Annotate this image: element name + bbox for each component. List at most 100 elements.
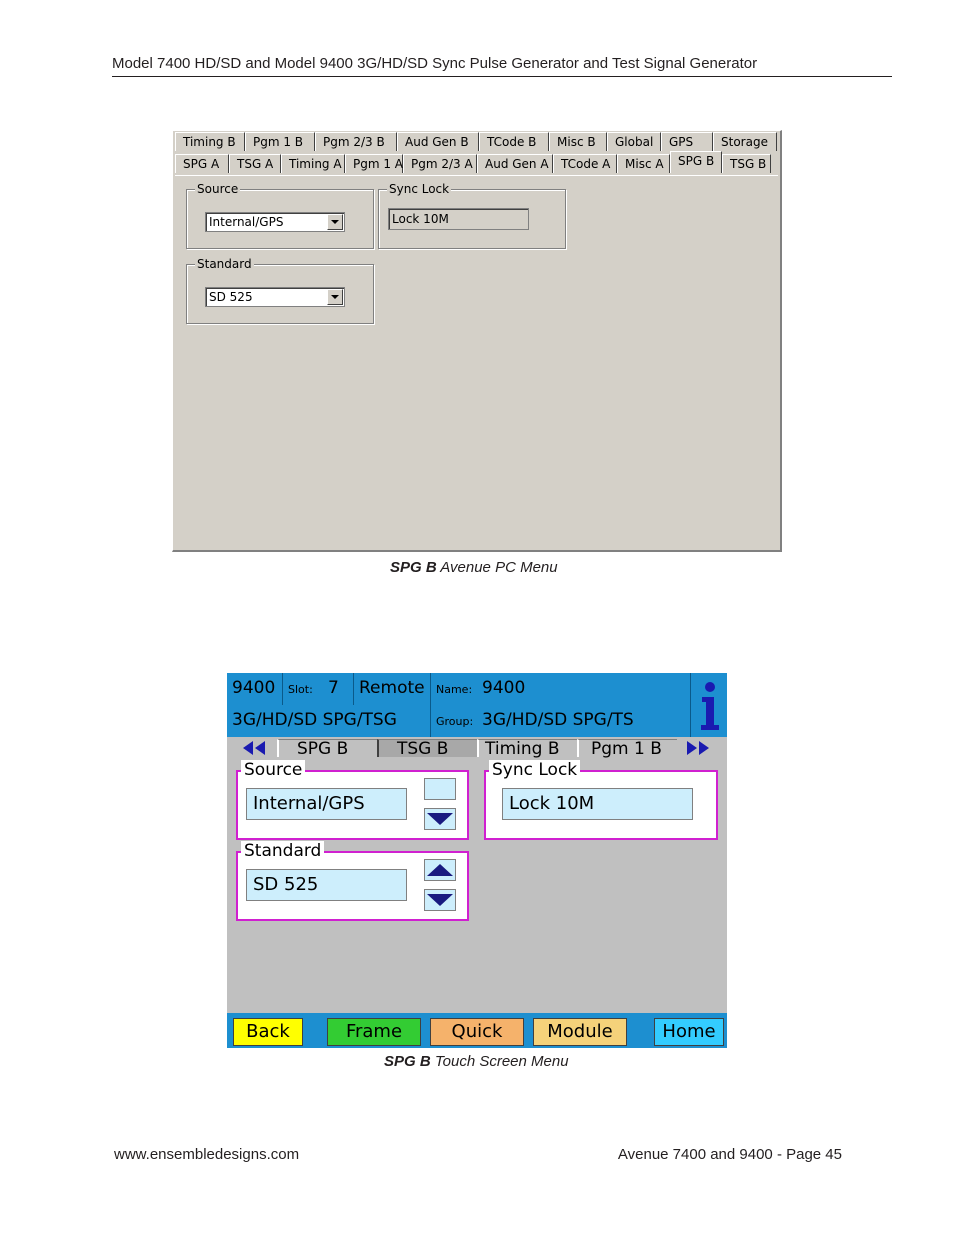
type-value: 3G/HD/SD SPG/TSG xyxy=(232,710,397,730)
type-cell: 3G/HD/SD SPG/TSG xyxy=(227,705,431,737)
footer-url[interactable]: www.ensembledesigns.com xyxy=(114,1146,299,1163)
page-header: Model 7400 HD/SD and Model 9400 3G/HD/SD… xyxy=(112,55,758,72)
tab-misc-a[interactable]: Misc A xyxy=(617,154,670,173)
tab-tcode-a[interactable]: TCode A xyxy=(553,154,617,173)
tab-label: Timing B xyxy=(485,739,560,759)
tab-spg-b[interactable]: SPG B xyxy=(277,739,377,759)
source-group: Source Internal/GPS xyxy=(236,760,469,840)
source-up-button[interactable] xyxy=(424,778,456,800)
tab-label: Pgm 1 B xyxy=(591,739,662,759)
tab-strip: SPG B TSG B Timing B Pgm 1 B xyxy=(227,737,727,759)
tab-tsg-b[interactable]: TSG B xyxy=(722,154,771,173)
sync-lock-label: Sync Lock xyxy=(387,182,452,196)
sync-lock-group: Sync Lock Lock 10M xyxy=(378,182,566,249)
tab-tsg-b[interactable]: TSG B xyxy=(377,739,477,759)
sync-lock-field: Lock 10M xyxy=(502,788,693,820)
chevron-down-icon[interactable] xyxy=(327,214,343,230)
chevron-down-icon[interactable] xyxy=(327,289,343,305)
caption-text: Avenue PC Menu xyxy=(436,559,558,576)
source-value: Internal/GPS xyxy=(209,215,284,229)
slot-label: Slot: xyxy=(288,683,313,696)
standard-value: SD 525 xyxy=(253,874,319,895)
footer-page-number: Avenue 7400 and 9400 - Page 45 xyxy=(617,1146,842,1163)
tab-row-2: SPG A TSG A Timing A Pgm 1 A Pgm 2/3 A A… xyxy=(175,151,771,174)
tab-label: TSG B xyxy=(397,739,449,759)
bottom-button-bar: Back Frame Quick Module Home xyxy=(227,1013,727,1048)
tab-tsg-a[interactable]: TSG A xyxy=(229,154,281,173)
standard-group: Standard SD 525 xyxy=(186,257,374,324)
model-value: 9400 xyxy=(232,678,276,698)
standard-value: SD 525 xyxy=(209,290,253,304)
tab-storage[interactable]: Storage xyxy=(713,132,777,151)
standard-label: Standard xyxy=(195,257,254,271)
tab-tcode-b[interactable]: TCode B xyxy=(479,132,549,151)
standard-down-button[interactable] xyxy=(424,889,456,911)
name-cell: Name: 9400 xyxy=(431,673,691,705)
pc-menu-caption: SPG B Avenue PC Menu xyxy=(390,559,558,576)
pc-menu-body: Source Internal/GPS Sync Lock Lock 10M S… xyxy=(175,175,778,548)
header-rule xyxy=(112,76,892,77)
tab-timing-b[interactable]: Timing B xyxy=(175,132,245,151)
mode-cell: Remote xyxy=(354,673,431,705)
standard-field[interactable]: SD 525 xyxy=(246,869,407,901)
slot-cell: Slot: 7 xyxy=(283,673,354,705)
caption-text: Touch Screen Menu xyxy=(430,1053,569,1070)
tab-pgm1-b[interactable]: Pgm 1 B xyxy=(577,739,677,759)
standard-label: Standard xyxy=(241,841,325,861)
scroll-right-icon[interactable] xyxy=(677,739,727,757)
caption-bold: SPG B xyxy=(384,1053,431,1070)
touch-screen-menu: 9400 Slot: 7 Remote Name: 9400 3G/HD/SD … xyxy=(227,673,727,1048)
touch-menu-caption: SPG B Touch Screen Menu xyxy=(384,1053,569,1070)
tab-label: SPG B xyxy=(297,739,349,759)
tab-row-1: Timing B Pgm 1 B Pgm 2/3 B Aud Gen B TCo… xyxy=(175,132,777,152)
tab-timing-a[interactable]: Timing A xyxy=(281,154,345,173)
arrow-down-icon xyxy=(427,894,453,906)
tab-pgm1-b[interactable]: Pgm 1 B xyxy=(245,132,315,151)
group-cell: Group: 3G/HD/SD SPG/TS xyxy=(431,705,691,737)
name-value: 9400 xyxy=(482,678,526,698)
tab-pgm23-b[interactable]: Pgm 2/3 B xyxy=(315,132,397,151)
scroll-left-icon[interactable] xyxy=(227,739,277,757)
slot-value: 7 xyxy=(328,678,339,698)
tab-misc-b[interactable]: Misc B xyxy=(549,132,607,151)
sync-lock-field: Lock 10M xyxy=(388,208,529,230)
caption-bold: SPG B xyxy=(390,559,437,576)
frame-button[interactable]: Frame xyxy=(327,1018,421,1046)
info-icon[interactable] xyxy=(699,679,721,731)
mode-value: Remote xyxy=(359,678,425,698)
quick-button[interactable]: Quick xyxy=(430,1018,524,1046)
tab-gps[interactable]: GPS xyxy=(661,132,713,151)
model-cell: 9400 xyxy=(227,673,283,705)
source-group: Source Internal/GPS xyxy=(186,182,374,249)
group-label: Group: xyxy=(436,715,474,728)
standard-up-button[interactable] xyxy=(424,859,456,881)
tab-spg-a[interactable]: SPG A xyxy=(175,154,229,173)
standard-dropdown[interactable]: SD 525 xyxy=(205,287,345,307)
name-label: Name: xyxy=(436,683,473,696)
pc-menu-window: Timing B Pgm 1 B Pgm 2/3 B Aud Gen B TCo… xyxy=(172,130,782,552)
back-button[interactable]: Back xyxy=(233,1018,303,1046)
standard-group: Standard SD 525 xyxy=(236,841,469,921)
group-value: 3G/HD/SD SPG/TS xyxy=(482,710,634,730)
sync-lock-group: Sync Lock Lock 10M xyxy=(484,760,718,840)
source-label: Source xyxy=(195,182,241,196)
tab-audgen-b[interactable]: Aud Gen B xyxy=(397,132,479,151)
source-down-button[interactable] xyxy=(424,808,456,830)
tab-pgm1-a[interactable]: Pgm 1 A xyxy=(345,154,403,173)
sync-lock-value: Lock 10M xyxy=(509,793,595,814)
sync-lock-label: Sync Lock xyxy=(489,760,581,780)
arrow-up-icon xyxy=(427,864,453,876)
tab-timing-b[interactable]: Timing B xyxy=(477,739,577,759)
arrow-down-icon xyxy=(427,813,453,825)
tab-pgm23-a[interactable]: Pgm 2/3 A xyxy=(403,154,477,173)
sync-lock-value: Lock 10M xyxy=(392,212,449,226)
status-bar: 9400 Slot: 7 Remote Name: 9400 3G/HD/SD … xyxy=(227,673,727,737)
tab-spg-b[interactable]: SPG B xyxy=(670,151,722,173)
source-dropdown[interactable]: Internal/GPS xyxy=(205,212,345,232)
tab-audgen-a[interactable]: Aud Gen A xyxy=(477,154,553,173)
home-button[interactable]: Home xyxy=(654,1018,724,1046)
source-value: Internal/GPS xyxy=(253,793,365,814)
module-button[interactable]: Module xyxy=(533,1018,627,1046)
tab-global[interactable]: Global xyxy=(607,132,661,151)
source-field[interactable]: Internal/GPS xyxy=(246,788,407,820)
